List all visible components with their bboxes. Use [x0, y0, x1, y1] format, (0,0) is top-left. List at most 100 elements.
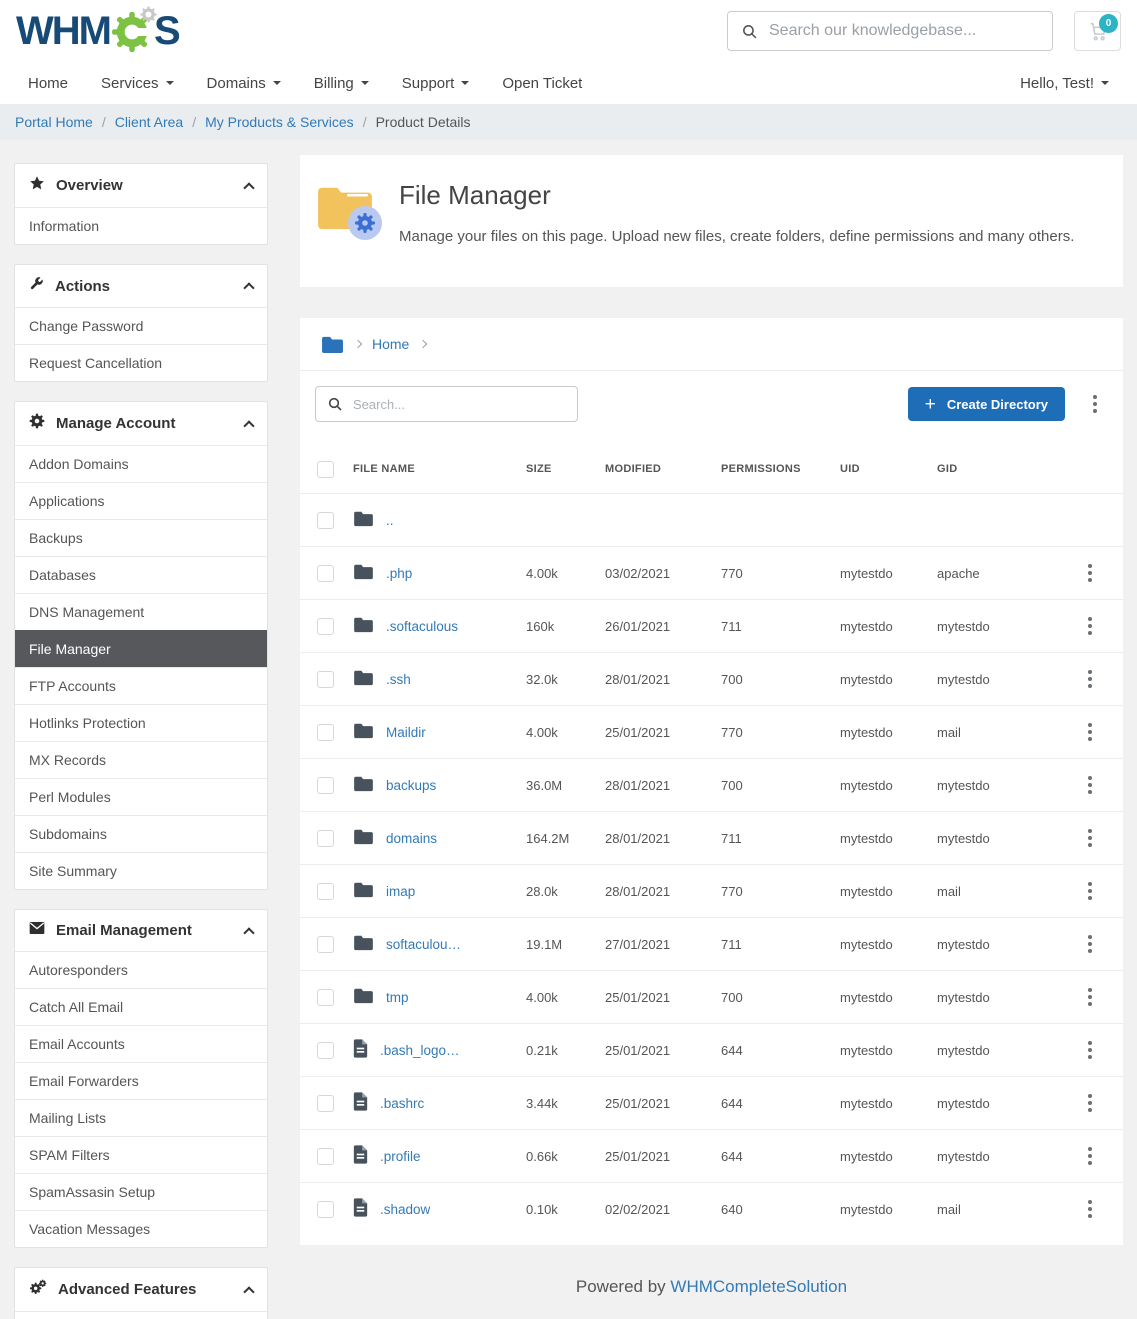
row-actions-kebab-button[interactable] — [1082, 560, 1098, 586]
sidebar-panel-header-actions[interactable]: Actions — [15, 265, 267, 307]
row-checkbox[interactable] — [317, 989, 334, 1006]
row-actions-kebab-button[interactable] — [1082, 613, 1098, 639]
row-checkbox[interactable] — [317, 1042, 334, 1059]
path-home-link[interactable]: Home — [372, 336, 409, 352]
nav-item-billing[interactable]: Billing — [314, 75, 369, 92]
file-name-link[interactable]: imap — [386, 884, 415, 899]
row-actions-kebab-button[interactable] — [1082, 719, 1098, 745]
sidebar-item-applications[interactable]: Applications — [15, 482, 267, 519]
breadcrumb-link-portal-home[interactable]: Portal Home — [15, 114, 93, 130]
sidebar-item-mailing-lists[interactable]: Mailing Lists — [15, 1099, 267, 1136]
file-name-link[interactable]: .softaculous — [386, 619, 458, 634]
cell-uid: mytestdo — [840, 990, 937, 1005]
row-actions-kebab-button[interactable] — [1082, 1143, 1098, 1169]
row-checkbox[interactable] — [317, 618, 334, 635]
cell-uid: mytestdo — [840, 1149, 937, 1164]
cell-size: 164.2M — [526, 831, 605, 846]
row-checkbox[interactable] — [317, 1148, 334, 1165]
select-all-checkbox[interactable] — [317, 461, 334, 478]
row-checkbox[interactable] — [317, 1201, 334, 1218]
sidebar-item-change-password[interactable]: Change Password — [15, 307, 267, 344]
table-options-kebab-button[interactable] — [1087, 391, 1103, 417]
row-checkbox[interactable] — [317, 671, 334, 688]
file-search-input[interactable] — [353, 397, 566, 412]
row-actions-kebab-button[interactable] — [1082, 666, 1098, 692]
folder-icon — [353, 987, 374, 1007]
row-checkbox[interactable] — [317, 565, 334, 582]
nav-item-home[interactable]: Home — [28, 75, 68, 92]
cart-button[interactable]: 0 — [1074, 11, 1121, 51]
knowledgebase-search-input[interactable] — [769, 22, 1039, 40]
row-actions-kebab-button[interactable] — [1082, 1196, 1098, 1222]
file-name-link[interactable]: Maildir — [386, 725, 426, 740]
row-actions-kebab-button[interactable] — [1082, 1037, 1098, 1063]
row-checkbox[interactable] — [317, 936, 334, 953]
sidebar-item-dns-management[interactable]: DNS Management — [15, 593, 267, 630]
breadcrumb-link-client-area[interactable]: Client Area — [115, 114, 183, 130]
nav-item-support[interactable]: Support — [402, 75, 470, 92]
sidebar-item-ftp-accounts[interactable]: FTP Accounts — [15, 667, 267, 704]
row-actions-kebab-button[interactable] — [1082, 1090, 1098, 1116]
create-directory-button[interactable]: + Create Directory — [908, 387, 1065, 421]
top-bar: WHM — [0, 0, 1137, 62]
file-name-link[interactable]: .shadow — [380, 1202, 430, 1217]
sidebar-item-apache-handlers[interactable]: Apache Handlers — [15, 1311, 267, 1319]
sidebar-item-hotlinks-protection[interactable]: Hotlinks Protection — [15, 704, 267, 741]
chevron-up-icon — [243, 927, 254, 938]
sidebar-item-file-manager[interactable]: File Manager — [15, 630, 267, 667]
sidebar-item-mx-records[interactable]: MX Records — [15, 741, 267, 778]
sidebar-item-subdomains[interactable]: Subdomains — [15, 815, 267, 852]
nav-item-open-ticket[interactable]: Open Ticket — [502, 75, 582, 92]
nav-item-domains[interactable]: Domains — [207, 75, 281, 92]
sidebar-item-databases[interactable]: Databases — [15, 556, 267, 593]
sidebar-item-email-accounts[interactable]: Email Accounts — [15, 1025, 267, 1062]
file-name-link[interactable]: .bashrc — [380, 1096, 424, 1111]
row-actions-kebab-button[interactable] — [1082, 772, 1098, 798]
sidebar-item-autoresponders[interactable]: Autoresponders — [15, 951, 267, 988]
whmcs-logo[interactable]: WHM — [16, 9, 179, 53]
row-checkbox[interactable] — [317, 883, 334, 900]
sidebar-item-site-summary[interactable]: Site Summary — [15, 852, 267, 889]
sidebar-item-spamassasin-setup[interactable]: SpamAssasin Setup — [15, 1173, 267, 1210]
row-checkbox[interactable] — [317, 724, 334, 741]
row-actions-kebab-button[interactable] — [1082, 825, 1098, 851]
sidebar-item-request-cancellation[interactable]: Request Cancellation — [15, 344, 267, 381]
file-name-link[interactable]: softaculou… — [386, 937, 461, 952]
row-checkbox[interactable] — [317, 512, 334, 529]
sidebar-item-email-forwarders[interactable]: Email Forwarders — [15, 1062, 267, 1099]
sidebar-panel-header-advanced-features[interactable]: Advanced Features — [15, 1268, 267, 1311]
file-name-link[interactable]: .profile — [380, 1149, 421, 1164]
file-name-link[interactable]: backups — [386, 778, 436, 793]
user-menu[interactable]: Hello, Test! — [1020, 75, 1109, 92]
sidebar-item-spam-filters[interactable]: SPAM Filters — [15, 1136, 267, 1173]
caret-down-icon — [166, 81, 174, 85]
row-actions-kebab-button[interactable] — [1082, 984, 1098, 1010]
whmcs-brand-link[interactable]: WHMCompleteSolution — [670, 1277, 847, 1296]
table-row: .shadow0.10k02/02/2021640mytestdomail — [300, 1182, 1123, 1235]
folder-icon — [353, 775, 374, 795]
sidebar-item-backups[interactable]: Backups — [15, 519, 267, 556]
file-name-link[interactable]: tmp — [386, 990, 409, 1005]
file-name-link[interactable]: .. — [386, 513, 394, 528]
cell-gid: mytestdo — [937, 831, 1047, 846]
file-name-link[interactable]: .php — [386, 566, 412, 581]
file-name-link[interactable]: .ssh — [386, 672, 411, 687]
row-checkbox[interactable] — [317, 830, 334, 847]
row-checkbox[interactable] — [317, 1095, 334, 1112]
file-name-link[interactable]: domains — [386, 831, 437, 846]
file-name-link[interactable]: .bash_logo… — [380, 1043, 460, 1058]
row-actions-kebab-button[interactable] — [1082, 878, 1098, 904]
sidebar-item-perl-modules[interactable]: Perl Modules — [15, 778, 267, 815]
row-checkbox[interactable] — [317, 777, 334, 794]
row-actions-kebab-button[interactable] — [1082, 931, 1098, 957]
sidebar-item-information[interactable]: Information — [15, 207, 267, 244]
cell-permissions: 770 — [721, 566, 840, 581]
breadcrumb-link-my-products-services[interactable]: My Products & Services — [205, 114, 354, 130]
sidebar-panel-header-email-management[interactable]: Email Management — [15, 910, 267, 951]
nav-item-services[interactable]: Services — [101, 75, 174, 92]
sidebar-item-vacation-messages[interactable]: Vacation Messages — [15, 1210, 267, 1247]
sidebar-panel-header-manage-account[interactable]: Manage Account — [15, 402, 267, 445]
sidebar-item-catch-all-email[interactable]: Catch All Email — [15, 988, 267, 1025]
sidebar-panel-header-overview[interactable]: Overview — [15, 164, 267, 207]
sidebar-item-addon-domains[interactable]: Addon Domains — [15, 445, 267, 482]
